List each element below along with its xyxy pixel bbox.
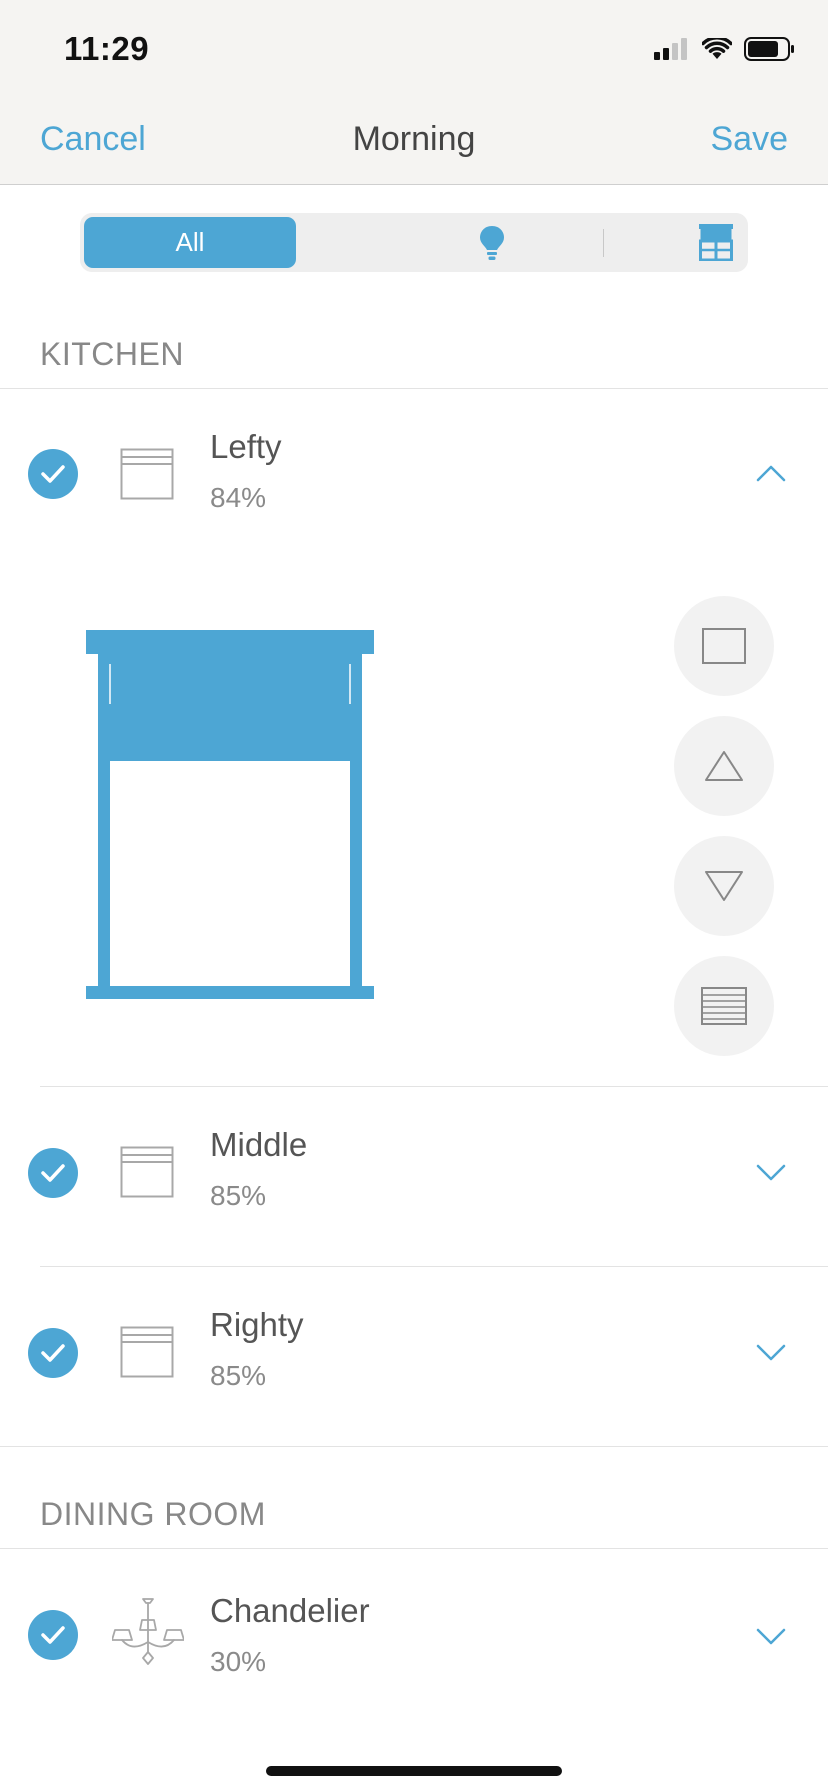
checkmark-icon[interactable] (28, 1610, 78, 1660)
chevron-down-icon[interactable] (754, 1162, 788, 1184)
device-level: 84% (210, 482, 267, 513)
list-item-righty[interactable]: Righty 85% (0, 1280, 828, 1420)
nav-bar: Morning Cancel Save (0, 100, 828, 185)
close-shade-icon (701, 987, 747, 1025)
save-button[interactable]: Save (711, 120, 789, 159)
filter-all-segment[interactable]: All (84, 217, 296, 268)
divider (0, 388, 828, 389)
chevron-down-icon[interactable] (754, 1626, 788, 1648)
battery-icon (744, 37, 794, 61)
section-header-kitchen: KITCHEN (40, 336, 184, 372)
window-shade-icon (120, 1326, 174, 1378)
close-shade-button[interactable] (674, 956, 774, 1056)
wifi-icon (702, 38, 732, 59)
window-shade-icon (120, 1146, 174, 1198)
list-item-chandelier[interactable]: Chandelier 30% (0, 1560, 828, 1700)
status-bar: 11:29 (0, 0, 828, 100)
shade-position-graphic[interactable] (86, 630, 374, 1010)
list-item-middle[interactable]: Middle 85% (0, 1100, 828, 1240)
home-indicator[interactable] (266, 1766, 562, 1776)
device-level: 85% (210, 1360, 267, 1391)
list-item-lefty[interactable]: Lefty 84% (0, 400, 828, 540)
chevron-down-icon[interactable] (754, 1342, 788, 1364)
divider (40, 1266, 828, 1267)
device-name: Middle (210, 1126, 308, 1163)
window-shade-icon[interactable] (698, 223, 734, 261)
device-level: 30% (210, 1646, 267, 1677)
device-name: Chandelier (210, 1592, 370, 1629)
checkmark-icon[interactable] (28, 449, 78, 499)
chandelier-icon (112, 1598, 184, 1665)
status-icons (654, 34, 796, 64)
open-shade-button[interactable] (674, 596, 774, 696)
window-shade-icon (120, 448, 174, 500)
device-name: Righty (210, 1306, 304, 1343)
open-shade-icon (702, 628, 746, 664)
status-time: 11:29 (64, 30, 150, 67)
raise-arrow-icon (705, 751, 743, 781)
lightbulb-icon[interactable] (476, 225, 508, 261)
device-level: 85% (210, 1180, 267, 1211)
lower-arrow-icon (705, 871, 743, 901)
chevron-up-icon[interactable] (754, 462, 788, 484)
cellular-signal-icon (654, 38, 687, 60)
raise-shade-button[interactable] (674, 716, 774, 816)
segment-divider (603, 229, 604, 257)
device-name: Lefty (210, 428, 282, 465)
divider (0, 1446, 828, 1447)
checkmark-icon[interactable] (28, 1148, 78, 1198)
divider (0, 1548, 828, 1549)
divider (40, 1086, 828, 1087)
checkmark-icon[interactable] (28, 1328, 78, 1378)
cancel-button[interactable]: Cancel (40, 120, 146, 159)
device-filter-segmented-control: All (80, 213, 748, 272)
lower-shade-button[interactable] (674, 836, 774, 936)
section-header-dining-room: DINING ROOM (40, 1496, 266, 1532)
